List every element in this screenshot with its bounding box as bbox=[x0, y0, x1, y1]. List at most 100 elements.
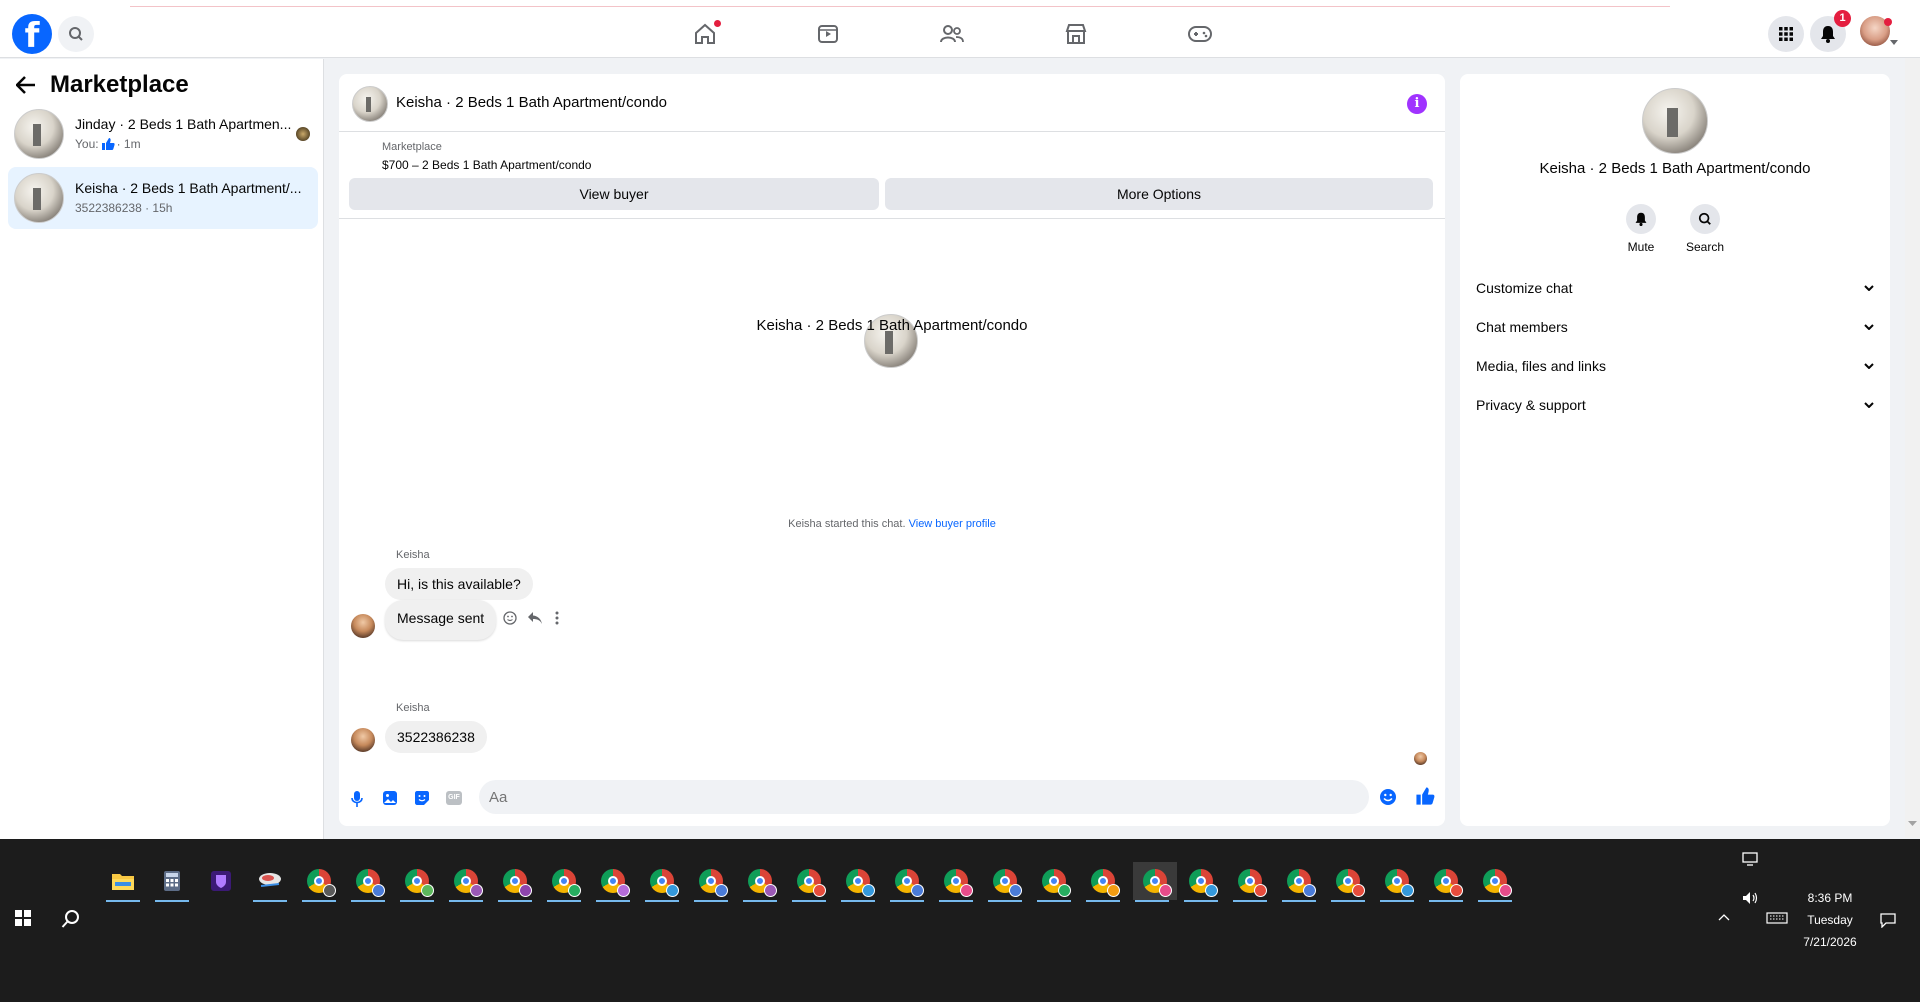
windows-start-icon[interactable] bbox=[15, 910, 31, 926]
snipping-app[interactable] bbox=[251, 862, 289, 902]
purple-app[interactable] bbox=[202, 862, 240, 900]
chrome-window[interactable] bbox=[545, 862, 583, 902]
menu-button[interactable] bbox=[1768, 16, 1804, 52]
chrome-window[interactable] bbox=[349, 862, 387, 902]
volume-icon[interactable] bbox=[1742, 891, 1760, 905]
taskbar-search-icon[interactable] bbox=[61, 909, 81, 929]
message-bubble[interactable]: Hi, is this available? bbox=[385, 568, 533, 600]
network-icon[interactable] bbox=[1742, 852, 1760, 866]
chrome-window[interactable] bbox=[1378, 862, 1416, 902]
chrome-window[interactable] bbox=[1035, 862, 1073, 902]
emoji-icon[interactable] bbox=[1379, 788, 1397, 806]
message-sent-bubble[interactable]: Message sent bbox=[385, 600, 497, 640]
nav-video[interactable] bbox=[798, 14, 858, 54]
microphone-icon[interactable] bbox=[351, 790, 363, 808]
chrome-window-active[interactable] bbox=[1133, 862, 1177, 902]
folder-icon bbox=[112, 874, 134, 890]
seen-avatar bbox=[1414, 752, 1427, 765]
chrome-window[interactable] bbox=[741, 862, 779, 902]
reply-icon[interactable] bbox=[527, 611, 543, 625]
chrome-window[interactable] bbox=[692, 862, 730, 902]
facebook-logo[interactable]: f bbox=[12, 14, 52, 56]
chrome-window[interactable] bbox=[300, 862, 338, 902]
active-indicator bbox=[1086, 900, 1120, 902]
keyboard-icon[interactable] bbox=[1766, 912, 1788, 924]
clock-date[interactable]: 7/21/2026 bbox=[1800, 935, 1860, 949]
chrome-icon bbox=[356, 869, 385, 897]
page-scrollbar[interactable] bbox=[1905, 58, 1920, 838]
conversation-item-keisha[interactable]: Keisha · 2 Beds 1 Bath Apartment/... 352… bbox=[8, 167, 318, 229]
file-explorer-app[interactable] bbox=[104, 862, 142, 902]
search-action[interactable] bbox=[1690, 204, 1722, 234]
thumbs-up-send-icon[interactable] bbox=[1415, 786, 1435, 806]
listing-text[interactable]: $700 – 2 Beds 1 Bath Apartment/condo bbox=[382, 158, 591, 172]
scroll-down-arrow-icon[interactable] bbox=[1908, 821, 1917, 827]
nav-home[interactable] bbox=[675, 14, 735, 54]
marketplace-icon bbox=[1065, 24, 1087, 44]
chrome-window[interactable] bbox=[1329, 862, 1367, 902]
chrome-window[interactable] bbox=[937, 862, 975, 902]
view-buyer-button[interactable]: View buyer bbox=[349, 178, 879, 210]
chevron-down-icon[interactable] bbox=[1890, 40, 1898, 46]
photo-icon[interactable] bbox=[382, 790, 398, 806]
chevron-down-icon bbox=[1864, 402, 1874, 408]
react-emoji-icon[interactable] bbox=[503, 611, 517, 625]
privacy-support-section[interactable]: Privacy & support bbox=[1472, 387, 1878, 423]
chrome-window[interactable] bbox=[447, 862, 485, 902]
chrome-window[interactable] bbox=[1280, 862, 1318, 902]
chat-header-title[interactable]: Keisha · 2 Beds 1 Bath Apartment/condo bbox=[396, 94, 667, 111]
chrome-window[interactable] bbox=[643, 862, 681, 902]
mute-button[interactable] bbox=[1626, 204, 1656, 234]
active-indicator bbox=[988, 900, 1022, 902]
chrome-icon bbox=[307, 869, 336, 897]
listing-divider bbox=[339, 218, 1445, 219]
action-center-icon[interactable] bbox=[1880, 913, 1896, 928]
search-in-chat-button[interactable] bbox=[1690, 204, 1720, 234]
gif-icon[interactable]: GIF bbox=[446, 791, 462, 805]
chrome-icon bbox=[454, 869, 483, 897]
more-vertical-icon[interactable] bbox=[555, 611, 559, 625]
nav-marketplace[interactable] bbox=[1046, 14, 1106, 54]
chrome-window[interactable] bbox=[888, 862, 926, 902]
more-options-button[interactable]: More Options bbox=[885, 178, 1433, 210]
view-buyer-profile-link[interactable]: View buyer profile bbox=[909, 518, 996, 530]
chrome-window[interactable] bbox=[398, 862, 436, 902]
info-icon[interactable]: i bbox=[1407, 94, 1427, 114]
chrome-window[interactable] bbox=[1084, 862, 1122, 902]
chat-members-section[interactable]: Chat members bbox=[1472, 309, 1878, 345]
message-bubble[interactable]: 3522386238 bbox=[385, 721, 487, 753]
conversation-title: Keisha · 2 Beds 1 Bath Apartment/... bbox=[75, 180, 302, 196]
sender-avatar bbox=[351, 614, 375, 638]
thumbs-up-icon bbox=[101, 138, 115, 150]
mute-action[interactable] bbox=[1626, 204, 1658, 234]
chrome-window[interactable] bbox=[1231, 862, 1269, 902]
chrome-window[interactable] bbox=[594, 862, 632, 902]
chrome-window[interactable] bbox=[496, 862, 534, 902]
chrome-window[interactable] bbox=[839, 862, 877, 902]
clock-time[interactable]: 8:36 PM bbox=[1800, 891, 1860, 905]
chrome-icon bbox=[895, 869, 924, 897]
message-input[interactable] bbox=[479, 780, 1369, 814]
media-files-links-section[interactable]: Media, files and links bbox=[1472, 348, 1878, 384]
sticker-icon[interactable] bbox=[414, 790, 430, 806]
nav-gaming[interactable] bbox=[1170, 14, 1230, 54]
chrome-window[interactable] bbox=[986, 862, 1024, 902]
chrome-window[interactable] bbox=[1476, 862, 1514, 902]
chrome-window[interactable] bbox=[1427, 862, 1465, 902]
conversation-item-jinday[interactable]: Jinday · 2 Beds 1 Bath Apartmen... You: … bbox=[8, 103, 318, 165]
active-indicator bbox=[351, 900, 385, 902]
chrome-window[interactable] bbox=[790, 862, 828, 902]
chevron-up-icon[interactable] bbox=[1718, 914, 1730, 921]
nav-friends[interactable] bbox=[922, 14, 982, 54]
active-indicator bbox=[302, 900, 336, 902]
active-indicator bbox=[449, 900, 483, 902]
active-indicator bbox=[498, 900, 532, 902]
active-indicator bbox=[1233, 900, 1267, 902]
customize-chat-section[interactable]: Customize chat bbox=[1472, 270, 1878, 306]
back-arrow-icon[interactable] bbox=[16, 76, 36, 94]
calculator-app[interactable] bbox=[153, 862, 191, 902]
chrome-window[interactable] bbox=[1182, 862, 1220, 902]
search-button[interactable] bbox=[58, 16, 94, 52]
clock-day[interactable]: Tuesday bbox=[1800, 913, 1860, 927]
active-indicator bbox=[694, 900, 728, 902]
